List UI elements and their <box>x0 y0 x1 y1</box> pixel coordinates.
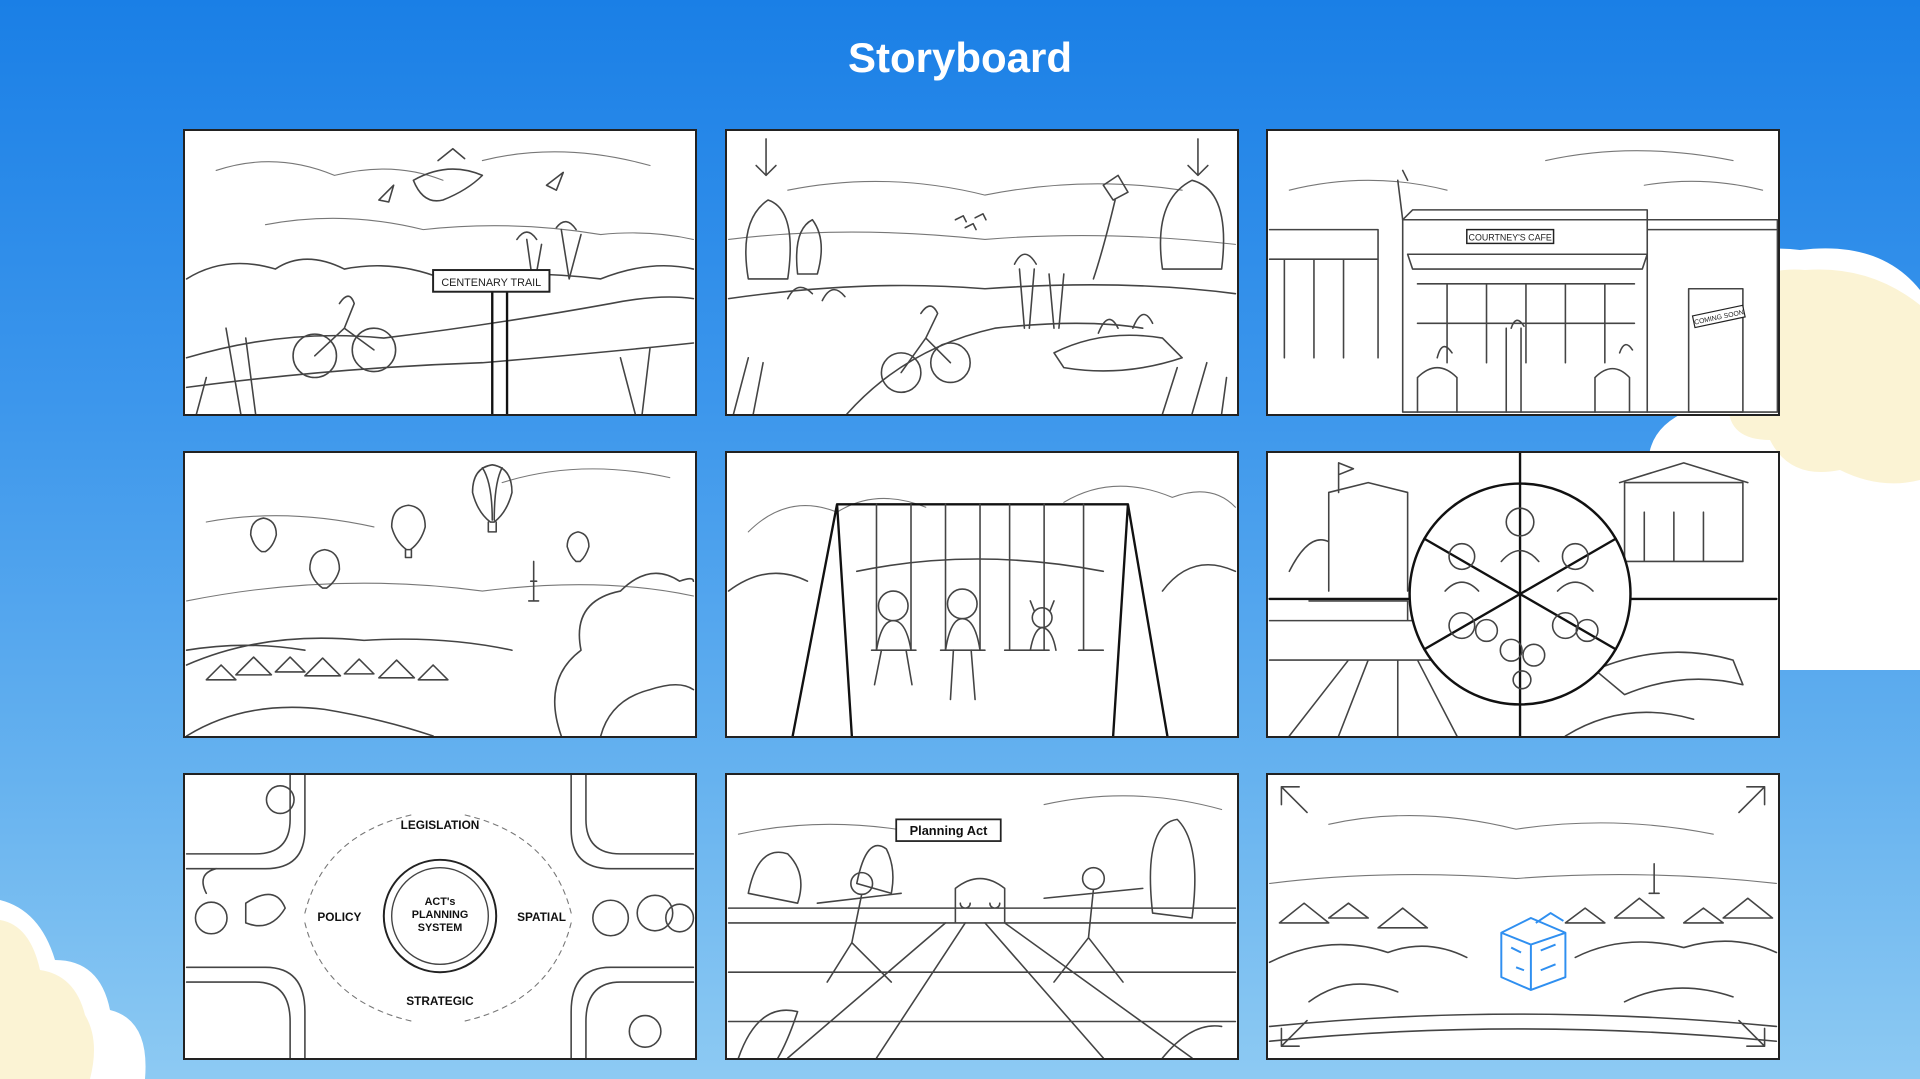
center-line-2: PLANNING <box>412 909 469 921</box>
policy-label: POLICY <box>317 910 361 924</box>
cafe-sign: COURTNEY'S CAFE <box>1469 232 1552 242</box>
storyboard-panel-5[interactable] <box>725 451 1239 738</box>
storyboard-panel-3[interactable]: COURTNEY'S CAFE COMING SOON <box>1266 129 1780 416</box>
panel-2-sketch <box>727 138 1237 414</box>
panel-6-sketch <box>1268 453 1778 736</box>
center-line-3: SYSTEM <box>418 922 463 934</box>
storyboard-panel-6[interactable] <box>1266 451 1780 738</box>
storyboard-panel-9[interactable] <box>1266 773 1780 1060</box>
center-line-1: ACT's <box>425 896 456 908</box>
panel-3-sketch: COURTNEY'S CAFE COMING SOON <box>1268 150 1778 413</box>
panel-9-sketch <box>1268 786 1778 1047</box>
page-title: Storyboard <box>847 34 1073 81</box>
storyboard-panel-8[interactable]: Planning Act <box>725 773 1239 1060</box>
panel-4-sketch <box>185 464 695 736</box>
planning-act-sign: Planning Act <box>910 823 988 838</box>
storyboard-panel-7[interactable]: ACT's PLANNING SYSTEM LEGISLATION POLICY… <box>183 773 697 1060</box>
panel-1-sketch: CENTENARY TRAIL <box>185 147 695 414</box>
storyboard-panel-2[interactable] <box>725 129 1239 416</box>
cloud-left <box>0 900 146 1079</box>
legislation-label: LEGISLATION <box>401 818 480 832</box>
spatial-label: SPATIAL <box>517 910 566 924</box>
panel-7-sketch: ACT's PLANNING SYSTEM LEGISLATION POLICY… <box>185 775 695 1058</box>
storyboard-panel-1[interactable]: CENTENARY TRAIL <box>183 129 697 416</box>
panel-8-sketch: Planning Act <box>727 795 1237 1058</box>
panel-5-sketch <box>727 485 1237 736</box>
storyboard-panel-4[interactable] <box>183 451 697 738</box>
centenary-trail-sign: CENTENARY TRAIL <box>441 277 541 289</box>
strategic-label: STRATEGIC <box>406 994 474 1008</box>
